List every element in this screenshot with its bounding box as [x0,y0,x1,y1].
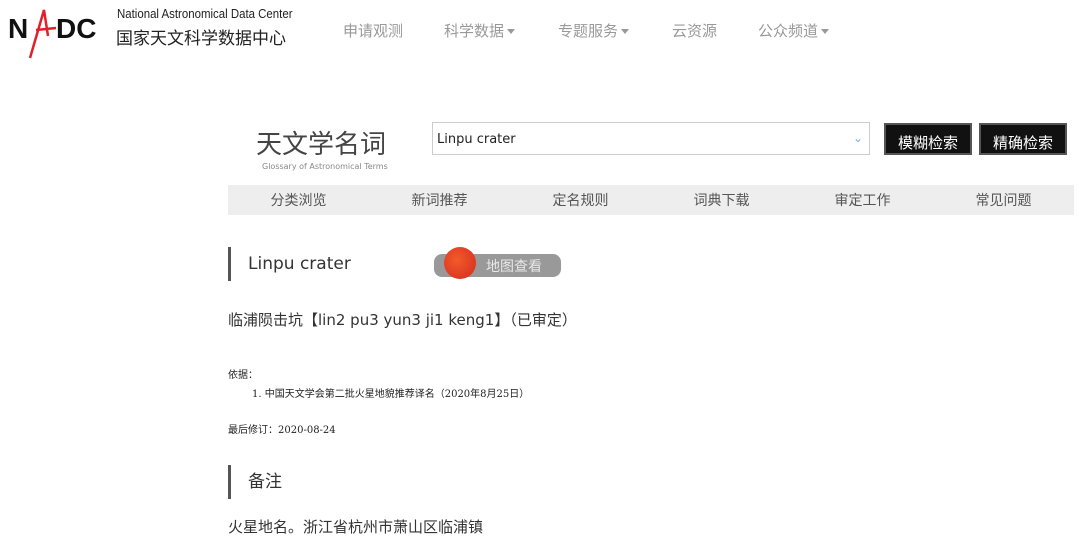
basis-label: 依据： [228,370,258,381]
exact-search-button[interactable]: 精确检索 [979,123,1068,155]
site-title: 天文学名词 [256,130,387,160]
caret-down-icon [621,29,630,34]
menu-new-terms[interactable]: 新词推荐 [412,190,468,210]
caret-down-icon [821,29,830,34]
nav-label: 申请观测 [343,22,404,40]
menu-browse[interactable]: 分类浏览 [271,190,327,210]
org-name-en: National Astronomical Data Center [117,6,293,21]
nav-label: 云资源 [672,22,718,40]
menu-review-work[interactable]: 审定工作 [835,190,891,210]
nav-science-data[interactable]: 科学数据 [444,20,516,41]
nav-label: 专题服务 [558,22,619,40]
nav-apply-observation[interactable]: 申请观测 [343,20,403,41]
term-translation: 临浦陨击坑【lin2 pu3 yun3 ji1 keng1】（已审定） [228,309,577,330]
caret-down-icon [507,29,516,34]
org-name-cn: 国家天文科学数据中心 [116,29,286,49]
menu-faq[interactable]: 常见问题 [976,190,1032,210]
nav-label: 公众频道 [758,22,819,40]
last-revised: 最后修订：2020-08-24 [228,425,336,436]
menu-naming-rules[interactable]: 定名规则 [553,190,609,210]
nav-public-channel[interactable]: 公众频道 [758,20,830,41]
term-status: 】（已审定） [494,311,577,329]
menu-dictionary-download[interactable]: 词典下载 [694,190,750,210]
fuzzy-search-button[interactable]: 模糊检索 [884,123,973,155]
notes-text: 火星地名。浙江省杭州市萧山区临浦镇 [228,518,484,536]
term-heading: Linpu crater [228,247,351,281]
site-subtitle: Glossary of Astronomical Terms [262,162,388,171]
term-pinyin: lin2 pu3 yun3 ji1 keng1 [318,311,495,329]
notes-heading: 备注 [228,465,282,499]
svg-text:DC: DC [56,13,96,44]
term-cn: 临浦陨击坑【 [228,311,319,329]
search-input[interactable]: Linpu crater ⌄ [432,122,870,155]
mars-icon[interactable] [444,247,476,279]
search-value: Linpu crater [437,132,516,147]
svg-text:N: N [8,13,28,44]
nav-special-services[interactable]: 专题服务 [558,20,630,41]
nav-label: 科学数据 [444,22,505,40]
chevron-down-icon[interactable]: ⌄ [853,131,863,145]
nav-cloud-resources[interactable]: 云资源 [672,20,717,41]
basis-item: 1. 中国天文学会第二批火星地貌推荐译名（2020年8月25日） [252,389,530,400]
nadc-logo[interactable]: N DC [8,6,108,60]
sub-menu: 分类浏览 新词推荐 定名规则 词典下载 审定工作 常见问题 [228,185,1074,215]
